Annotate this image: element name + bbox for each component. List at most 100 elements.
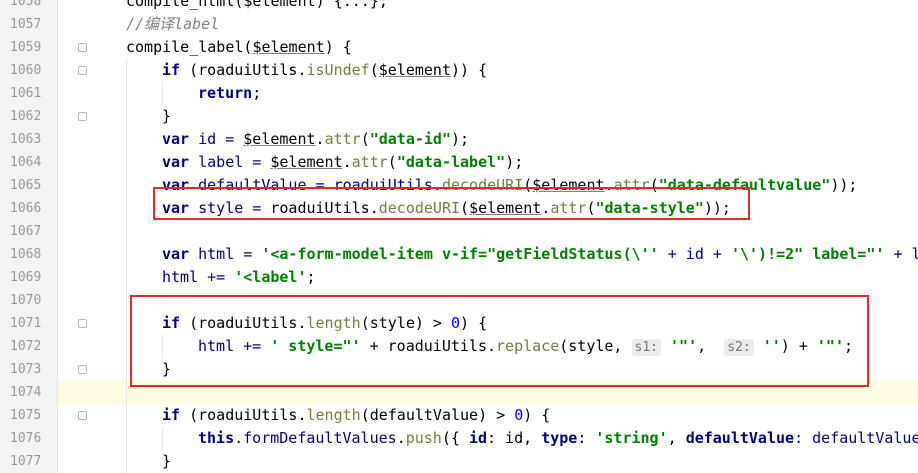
code-line[interactable]: 1065 var defaultValue = roaduiUtils.decod… <box>0 174 918 197</box>
line-number: 1057 <box>0 13 58 36</box>
code-line[interactable]: 1061 return; <box>0 82 918 105</box>
code-token: ); <box>505 153 524 171</box>
code-text[interactable]: if (roaduiUtils.isUndef($element)) { <box>162 59 487 82</box>
code-token: } <box>162 452 172 470</box>
code-text[interactable]: //编译label <box>126 13 219 36</box>
fold-toggle-icon[interactable] <box>78 112 87 121</box>
indent-guide <box>126 128 127 151</box>
code-token: )); <box>830 176 858 194</box>
code-line[interactable]: 1059 compile_label($element) { <box>0 36 918 59</box>
code-text[interactable]: html += '<label'; <box>162 266 316 289</box>
code-token: + roaduiUtils. <box>369 337 497 355</box>
code-line[interactable]: 1073} <box>0 358 918 381</box>
code-line[interactable]: 1072 html += ' style="' + roaduiUtils.rep… <box>0 335 918 358</box>
code-line[interactable]: 1074 <box>0 381 918 404</box>
code-line[interactable]: 1070 <box>0 289 918 312</box>
code-token: if <box>162 406 181 424</box>
line-number: 1070 <box>0 289 58 312</box>
code-line[interactable]: 1076 this.formDefaultValues.push({ id: id… <box>0 427 918 450</box>
indent-guide <box>126 450 127 473</box>
code-token: length <box>306 406 361 424</box>
indent-guide <box>126 358 127 381</box>
code-token: ); <box>451 130 470 148</box>
code-token: '<label' <box>234 268 307 286</box>
code-line[interactable]: 1062} <box>0 105 918 128</box>
code-token: return <box>198 84 253 102</box>
fold-toggle-icon[interactable] <box>78 43 87 52</box>
code-token: length <box>306 314 361 332</box>
code-token: ) { <box>523 406 551 424</box>
code-line[interactable]: 1063 var id = $element.attr("data-id"); <box>0 128 918 151</box>
code-token: ( <box>360 130 370 148</box>
line-number: 1058 <box>0 0 58 13</box>
indent-guide <box>126 59 127 82</box>
code-text[interactable]: var style = roaduiUtils.decodeURI($eleme… <box>162 197 731 220</box>
code-token: ({ <box>441 429 469 447</box>
code-line[interactable]: 1060 if (roaduiUtils.isUndef($element)) { <box>0 59 918 82</box>
code-token: ( <box>586 199 596 217</box>
line-number: 1067 <box>0 220 58 243</box>
line-number: 1068 <box>0 243 58 266</box>
line-number: 1059 <box>0 36 58 59</box>
fold-toggle-icon[interactable] <box>78 411 87 420</box>
code-line[interactable]: 1058 compile_html($element) {...}; <box>0 0 918 13</box>
fold-toggle-icon[interactable] <box>78 66 87 75</box>
line-number: 1077 <box>0 450 58 473</box>
code-line[interactable]: 1057 //编译label <box>0 13 918 36</box>
code-line[interactable]: 1064 var label = $element.attr("data-labe… <box>0 151 918 174</box>
code-token: . <box>315 130 325 148</box>
code-token: $element <box>270 153 343 171</box>
code-text[interactable]: var label = $element.attr("data-label"); <box>162 151 523 174</box>
code-token: compile_html($element) {...}; <box>126 0 388 10</box>
code-token: ; <box>252 84 262 102</box>
code-line[interactable]: 1071 if (roaduiUtils.length(style) > 0) { <box>0 312 918 335</box>
code-text[interactable]: if (roaduiUtils.length(style) > 0) { <box>162 312 487 335</box>
code-token: push <box>405 429 442 447</box>
line-number: 1065 <box>0 174 58 197</box>
fold-toggle-icon[interactable] <box>78 365 87 374</box>
code-token: "data-defaultvalue" <box>658 176 831 194</box>
code-token: } <box>162 360 172 378</box>
code-token: label = <box>189 153 271 171</box>
code-text[interactable]: } <box>162 105 171 128</box>
line-number: 1073 <box>0 358 58 381</box>
code-text[interactable]: return; <box>198 82 261 105</box>
code-token: (style, <box>559 337 632 355</box>
code-text[interactable]: var id = $element.attr("data-id"); <box>162 128 469 151</box>
code-text[interactable]: } <box>162 358 171 381</box>
code-token: '' <box>762 337 781 355</box>
code-token: roaduiUtils. <box>270 199 379 217</box>
code-line[interactable]: 1077} <box>0 450 918 473</box>
code-text[interactable]: var html = '<a-form-model-item v-if="get… <box>162 243 918 266</box>
code-token: + id + <box>667 245 731 263</box>
code-line[interactable]: 1066 var style = roaduiUtils.decodeURI($e… <box>0 197 918 220</box>
code-token: . <box>234 429 244 447</box>
code-token: : <box>577 429 596 447</box>
code-token: decodeURI <box>441 176 524 194</box>
code-text[interactable]: var defaultValue = roaduiUtils.decodeURI… <box>162 174 857 197</box>
code-text[interactable]: if (roaduiUtils.length(defaultValue) > 0… <box>162 404 550 427</box>
code-token: style = <box>189 199 271 217</box>
code-token: '"' <box>670 337 698 355</box>
code-token: $element <box>252 38 325 56</box>
code-token: )) { <box>451 61 488 79</box>
code-line[interactable]: 1067 <box>0 220 918 243</box>
code-line[interactable]: 1068 var html = '<a-form-model-item v-if=… <box>0 243 918 266</box>
code-text[interactable]: compile_label($element) { <box>126 36 352 59</box>
code-token: (style) > <box>360 314 451 332</box>
code-token: ) { <box>324 38 352 56</box>
code-token: if <box>162 314 181 332</box>
code-editor[interactable]: 1058 compile_html($element) {...}; 1057 //编… <box>0 0 918 473</box>
code-text[interactable]: compile_html($element) {...}; <box>126 0 388 13</box>
code-line[interactable]: 1075 if (roaduiUtils.length(defaultValue)… <box>0 404 918 427</box>
code-line[interactable]: 1069 html += '<label'; <box>0 266 918 289</box>
indent-guide <box>126 105 127 128</box>
fold-toggle-icon[interactable] <box>78 319 87 328</box>
code-token: defaultValue = roaduiUtils. <box>189 176 442 194</box>
code-text[interactable]: } <box>162 450 171 473</box>
code-text[interactable]: this.formDefaultValues.push({ id: id, ty… <box>198 427 918 450</box>
code-text[interactable]: html += ' style="' + roaduiUtils.replace… <box>198 335 853 358</box>
code-token: (defaultValue) > <box>360 406 515 424</box>
code-token: ; <box>844 337 854 355</box>
